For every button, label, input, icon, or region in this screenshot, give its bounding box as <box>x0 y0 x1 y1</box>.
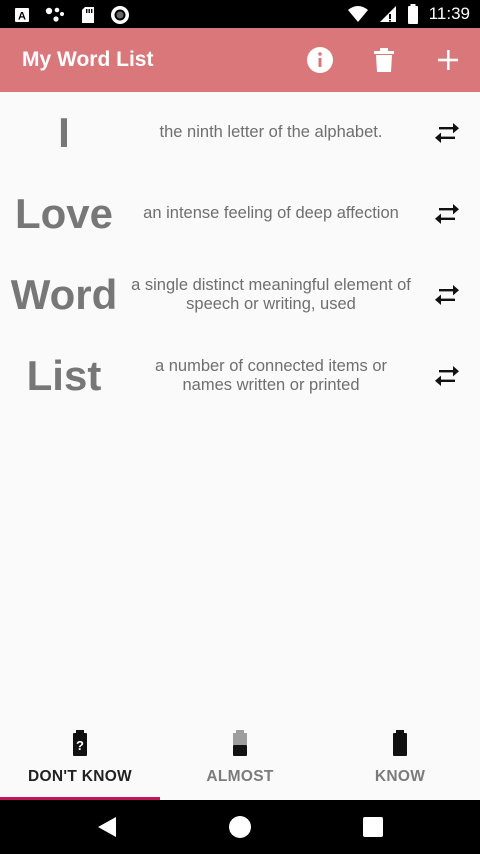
svg-text:?: ? <box>76 738 84 753</box>
wifi-icon <box>347 6 368 22</box>
list-item[interactable]: Word a single distinct meaningful elemen… <box>0 254 480 335</box>
list-item[interactable]: I the ninth letter of the alphabet. <box>0 92 480 173</box>
status-left-icons: A <box>14 5 130 25</box>
tab-dont-know[interactable]: ? DON'T KNOW <box>0 724 160 800</box>
app-title: My Word List <box>22 48 154 71</box>
battery-icon <box>407 4 418 24</box>
definition-text: a single distinct meaningful element of … <box>131 275 411 313</box>
tab-label: KNOW <box>374 768 426 785</box>
status-time: 11:39 <box>428 4 470 23</box>
battery-half-icon <box>233 730 247 756</box>
bottom-tabs: ? DON'T KNOW ALMOST KNOW <box>0 724 480 800</box>
delete-icon <box>374 48 394 72</box>
status-bar: A 11:39 <box>0 0 480 28</box>
list-item[interactable]: List a number of connected items or name… <box>0 335 480 416</box>
tab-label: ALMOST <box>206 768 274 785</box>
swap-icon[interactable] <box>434 363 460 389</box>
word-list: I the ninth letter of the alphabet. Love… <box>0 92 480 416</box>
word-text: List <box>26 351 102 399</box>
cell-signal-icon <box>379 6 396 22</box>
swap-icon[interactable] <box>434 282 460 308</box>
add-button[interactable] <box>434 46 462 74</box>
app-notification-icon: A <box>15 8 29 23</box>
app-bar: My Word List <box>0 28 480 92</box>
word-text: Word <box>10 270 118 318</box>
tab-know[interactable]: KNOW <box>320 724 480 800</box>
definition-text: an intense feeling of deep affection <box>143 204 399 222</box>
back-icon[interactable] <box>94 814 120 840</box>
add-icon <box>438 50 458 70</box>
svg-text:A: A <box>18 11 26 23</box>
definition-text: the ninth letter of the alphabet. <box>159 123 383 141</box>
home-icon[interactable] <box>227 814 253 840</box>
word-text: I <box>58 108 70 156</box>
info-button[interactable] <box>306 46 334 74</box>
system-nav-bar <box>0 800 480 854</box>
swap-icon[interactable] <box>434 120 460 146</box>
sync-icon <box>111 6 129 24</box>
tab-almost[interactable]: ALMOST <box>160 724 320 800</box>
swap-icon[interactable] <box>434 201 460 227</box>
definition-text: a number of connected items or names wri… <box>154 356 388 394</box>
recents-icon[interactable] <box>360 814 386 840</box>
delete-button[interactable] <box>370 46 398 74</box>
battery-full-icon <box>393 730 407 756</box>
status-right-icons: 11:39 <box>347 4 470 24</box>
list-item[interactable]: Love an intense feeling of deep affectio… <box>0 173 480 254</box>
battery-unknown-icon: ? <box>73 730 87 756</box>
info-icon <box>307 47 333 73</box>
assistant-icon <box>45 7 64 22</box>
tab-label: DON'T KNOW <box>28 768 132 785</box>
sd-card-icon <box>82 7 94 23</box>
word-text: Love <box>14 189 114 237</box>
